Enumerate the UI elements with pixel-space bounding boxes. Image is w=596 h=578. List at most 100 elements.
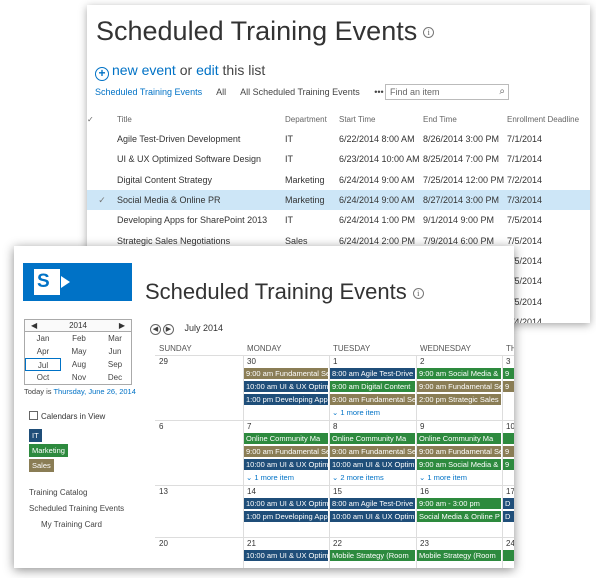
calendar-tag-sales[interactable]: Sales: [29, 459, 54, 472]
calendar-event[interactable]: 9: [503, 459, 514, 470]
day-number[interactable]: 17: [506, 487, 514, 496]
day-number[interactable]: 30: [247, 357, 256, 366]
calendar-event[interactable]: 10:00 am UI & UX Optim: [244, 381, 328, 392]
mini-month-jan[interactable]: Jan: [25, 332, 61, 345]
table-row[interactable]: Digital Content Strategy Marketing 6/24/20…: [87, 170, 590, 190]
calendar-event[interactable]: 8:00 am Agile Test-Drive: [330, 368, 415, 379]
view-all-scheduled-training-events[interactable]: All Scheduled Training Events: [240, 87, 360, 97]
mini-month-jun[interactable]: Jun: [97, 345, 133, 358]
row-check-icon[interactable]: [87, 149, 117, 169]
mini-month-sep[interactable]: Sep: [97, 358, 133, 371]
new-event-link[interactable]: new event: [112, 62, 176, 78]
day-number[interactable]: 16: [420, 487, 429, 496]
calendar-event[interactable]: 10:00 am UI & UX Optim: [244, 498, 328, 509]
calendar-event[interactable]: D: [503, 511, 514, 522]
day-number[interactable]: 7: [247, 422, 251, 431]
calendar-event[interactable]: Online Community Ma: [417, 433, 501, 444]
mini-month-nov[interactable]: Nov: [61, 371, 97, 384]
calendar-event[interactable]: 10:00 am UI & UX Optim: [330, 459, 415, 470]
day-number[interactable]: 6: [159, 422, 163, 431]
calendar-event[interactable]: 10:00 am UI & UX Optim: [244, 459, 328, 470]
calendar-event[interactable]: 1:00 pm Developing App: [244, 394, 328, 405]
day-number[interactable]: 24: [506, 539, 514, 548]
day-number[interactable]: 9: [420, 422, 424, 431]
more-items-link[interactable]: ⌄ 2 more items: [332, 473, 384, 482]
calendar-event[interactable]: 10:00 am UI & UX Optim: [330, 511, 415, 522]
calendar-event[interactable]: [503, 550, 514, 561]
calendar-event[interactable]: 9:00 am Fundamental Se: [417, 446, 501, 457]
calendar-event[interactable]: 9:00 am Fundamental Se: [244, 368, 328, 379]
more-items-link[interactable]: ⌄ 1 more item: [332, 408, 380, 417]
calendar-event[interactable]: 9:00 am - 3:00 pm: [417, 498, 501, 509]
nav-link-my-training-card[interactable]: My Training Card: [41, 520, 102, 529]
view-scheduled-training-events[interactable]: Scheduled Training Events: [95, 87, 202, 97]
table-row[interactable]: Agile Test-Driven Development IT 6/22/2014…: [87, 129, 590, 149]
calendar-event[interactable]: 9:00 am Fundamental Se: [330, 446, 415, 457]
calendar-tag-it[interactable]: IT: [29, 429, 42, 442]
info-icon[interactable]: i: [412, 287, 424, 299]
day-number[interactable]: 23: [420, 539, 429, 548]
calendar-event[interactable]: 9: [503, 368, 514, 379]
calendar-event[interactable]: Mobile Strategy (Room: [417, 550, 501, 561]
mini-month-may[interactable]: May: [61, 345, 97, 358]
column-header-start-time[interactable]: Start Time: [339, 109, 423, 129]
calendar-event[interactable]: 9: [503, 446, 514, 457]
table-row[interactable]: Developing Apps for SharePoint 2013 IT 6/2…: [87, 210, 590, 230]
more-items-link[interactable]: ⌄ 1 more item: [246, 473, 294, 482]
plus-circle-icon[interactable]: +: [95, 67, 109, 81]
more-items-link[interactable]: ⌄ 1 more item: [419, 473, 467, 482]
day-number[interactable]: 2: [420, 357, 424, 366]
prev-month-icon[interactable]: ◀: [150, 324, 161, 335]
day-number[interactable]: 1: [333, 357, 337, 366]
cell-title[interactable]: UI & UX Optimized Software Design: [117, 149, 285, 169]
view-all[interactable]: All: [216, 87, 226, 97]
day-number[interactable]: 29: [159, 357, 168, 366]
search-icon[interactable]: ⌕: [499, 86, 505, 97]
table-row[interactable]: UI & UX Optimized Software Design IT 6/23/…: [87, 149, 590, 169]
mini-month-mar[interactable]: Mar: [97, 332, 133, 345]
calendar-event[interactable]: 2:00 pm Strategic Sales N: [417, 394, 501, 405]
select-all-check-icon[interactable]: ✓: [87, 109, 117, 129]
calendar-event[interactable]: D: [503, 498, 514, 509]
search-input[interactable]: Find an item ⌕: [385, 84, 509, 100]
calendar-tag-marketing[interactable]: Marketing: [29, 444, 68, 457]
column-header-title[interactable]: Title: [117, 109, 285, 129]
column-header-end-time[interactable]: End Time: [423, 109, 507, 129]
today-date-link[interactable]: Thursday, June 26, 2014: [53, 387, 135, 396]
day-number[interactable]: 13: [159, 487, 168, 496]
calendar-event[interactable]: 9:00 am Digital Content: [330, 381, 415, 392]
calendar-event[interactable]: 1:00 pm Developing App: [244, 511, 328, 522]
calendar-event[interactable]: Mobile Strategy (Room: [330, 550, 415, 561]
nav-link-scheduled-training-events[interactable]: Scheduled Training Events: [29, 504, 124, 513]
calendar-event[interactable]: 9:00 am Fundamental Se: [417, 381, 501, 392]
calendar-event[interactable]: 9:00 am Fundamental Se: [330, 394, 415, 405]
edit-link[interactable]: edit: [196, 62, 219, 78]
cell-title[interactable]: Digital Content Strategy: [117, 170, 285, 190]
mini-month-aug[interactable]: Aug: [61, 358, 97, 371]
sharepoint-logo[interactable]: S: [23, 263, 132, 301]
calendar-event[interactable]: Online Community Ma: [244, 433, 328, 444]
day-number[interactable]: 8: [333, 422, 337, 431]
prev-year-arrow-icon[interactable]: ◀: [31, 321, 37, 330]
calendar-event[interactable]: Social Media & Online P: [417, 511, 501, 522]
column-header-department[interactable]: Department: [285, 109, 339, 129]
cell-title[interactable]: Social Media & Online PR: [117, 189, 285, 211]
day-number[interactable]: 21: [247, 539, 256, 548]
calendar-event[interactable]: 8:00 am Agile Test-Drive: [330, 498, 415, 509]
calendar-event[interactable]: 9:00 am Social Media &: [417, 368, 501, 379]
table-row[interactable]: ✓ Social Media & Online PR Marketing 6/24/2…: [87, 189, 590, 211]
column-header-enrollment-deadline[interactable]: Enrollment Deadline: [507, 109, 590, 129]
calendar-event[interactable]: Online Community Ma: [330, 433, 415, 444]
day-number[interactable]: 22: [333, 539, 342, 548]
row-check-icon[interactable]: [87, 170, 117, 190]
calendar-event[interactable]: 10:00 am UI & UX Optim: [244, 550, 328, 561]
calendar-event[interactable]: 9:00 am Social Media &: [417, 459, 501, 470]
day-number[interactable]: 20: [159, 539, 168, 548]
day-number[interactable]: 3: [506, 357, 510, 366]
calendar-event[interactable]: [503, 433, 514, 444]
row-check-icon[interactable]: ✓: [87, 189, 117, 211]
day-number[interactable]: 10: [506, 422, 514, 431]
day-number[interactable]: 15: [333, 487, 342, 496]
info-icon[interactable]: i: [423, 27, 435, 39]
mini-month-feb[interactable]: Feb: [61, 332, 97, 345]
